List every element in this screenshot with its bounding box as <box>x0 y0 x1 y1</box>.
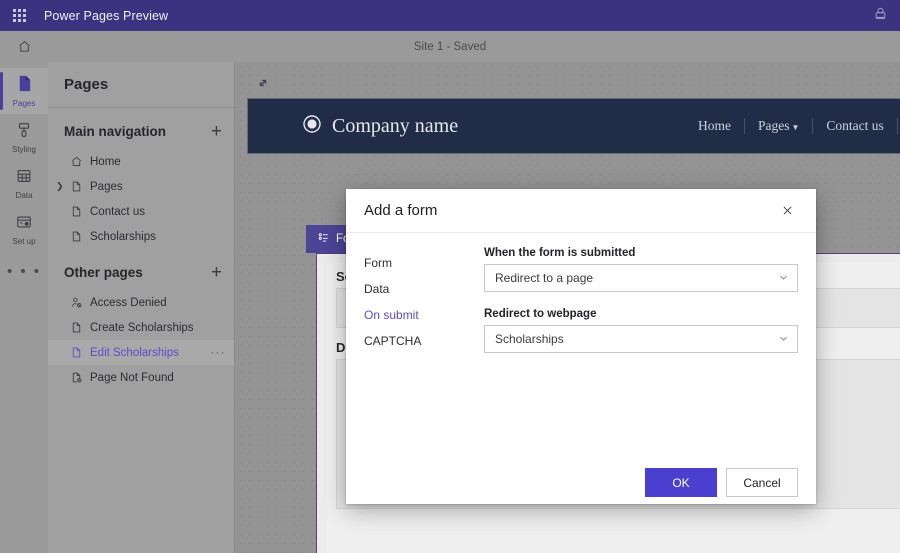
dialog-header: Add a form <box>346 189 816 233</box>
dialog-tab-list: Form Data On submit CAPTCHA <box>364 247 474 461</box>
chevron-down-icon <box>778 333 789 346</box>
table-icon <box>15 167 33 190</box>
page-icon <box>70 205 88 218</box>
add-page-button[interactable]: + <box>211 263 222 282</box>
chevron-down-icon <box>778 272 789 285</box>
sidebar-item-pages[interactable]: ❯ Pages <box>48 174 234 199</box>
add-page-button[interactable]: + <box>211 122 222 141</box>
dialog-title: Add a form <box>364 202 437 219</box>
rail-label: Pages <box>13 100 36 108</box>
page-icon <box>70 346 88 359</box>
dropdown-value: Redirect to a page <box>495 271 778 285</box>
brand: Company name <box>302 114 458 139</box>
group-title: Other pages <box>64 265 143 280</box>
page-icon <box>15 74 34 98</box>
sidebar-item-label: Access Denied <box>90 297 167 309</box>
cancel-button[interactable]: Cancel <box>726 468 798 497</box>
sidebar-item-label: Create Scholarships <box>90 322 194 334</box>
setup-icon <box>15 213 33 236</box>
sidebar-item-label: Home <box>90 156 121 168</box>
redirect-webpage-label: Redirect to webpage <box>484 308 798 320</box>
add-a-form-dialog: Add a form Form Data On submit CAPTCHA W… <box>346 189 816 504</box>
sidebar-item-label: Edit Scholarships <box>90 347 179 359</box>
sidebar-item-home[interactable]: Home <box>48 149 234 174</box>
site-status-text: Site 1 - Saved <box>0 41 900 53</box>
sidebar-item-label: Pages <box>90 181 123 193</box>
pages-panel-header: Pages <box>48 62 234 108</box>
rail-label: Styling <box>12 146 36 154</box>
dialog-fields: When the form is submitted Redirect to a… <box>474 247 798 461</box>
app-launcher-icon[interactable] <box>4 9 34 22</box>
site-nav: Home Pages▼ Contact us Sch <box>685 118 900 134</box>
site-header-preview: Company name Home Pages▼ Contact us Sch <box>248 99 900 153</box>
paint-roller-icon <box>15 121 33 144</box>
sidebar-item-scholarships[interactable]: Scholarships <box>48 224 234 249</box>
close-icon[interactable] <box>772 196 802 226</box>
page-overflow-menu-button[interactable]: ··· <box>211 347 227 359</box>
site-nav-contact-us[interactable]: Contact us <box>813 118 896 134</box>
brand-name: Company name <box>332 115 458 138</box>
command-bar: Site 1 - Saved <box>0 31 900 62</box>
suite-bar: Power Pages Preview <box>0 0 900 31</box>
ok-button[interactable]: OK <box>645 468 717 497</box>
sidebar-item-label: Page Not Found <box>90 372 174 384</box>
rail-item-data[interactable]: Data <box>0 160 48 206</box>
rail-item-styling[interactable]: Styling <box>0 114 48 160</box>
site-nav-home[interactable]: Home <box>685 118 744 134</box>
when-submitted-dropdown[interactable]: Redirect to a page <box>484 264 798 292</box>
power-pages-designer: Power Pages Preview Site 1 - Saved <box>0 0 900 553</box>
sidebar-item-label: Scholarships <box>90 231 156 243</box>
dialog-footer: OK Cancel <box>346 461 816 504</box>
site-nav-pages[interactable]: Pages▼ <box>745 118 812 134</box>
sidebar-item-page-not-found[interactable]: Page Not Found <box>48 365 234 390</box>
home-icon <box>70 155 88 168</box>
rail-label: Data <box>16 192 33 200</box>
sidebar-item-access-denied[interactable]: Access Denied <box>48 290 234 315</box>
rail-label: Set up <box>12 238 35 246</box>
rail-item-pages[interactable]: Pages <box>0 68 48 114</box>
chevron-right-icon[interactable]: ❯ <box>56 181 64 192</box>
chevron-down-icon: ▼ <box>791 123 799 132</box>
group-title: Main navigation <box>64 124 166 139</box>
tab-captcha[interactable]: CAPTCHA <box>364 328 474 354</box>
rail-more-button[interactable]: • • • <box>0 252 48 290</box>
page-title: Pages <box>64 76 108 93</box>
group-header-other-pages: Other pages + <box>48 249 234 290</box>
expand-diagonal-icon[interactable] <box>250 70 276 96</box>
person-blocked-icon <box>70 296 88 309</box>
left-rail: Pages Styling Data <box>0 62 48 553</box>
form-icon <box>317 231 330 247</box>
page-icon <box>70 180 88 193</box>
sidebar-item-create-scholarships[interactable]: Create Scholarships <box>48 315 234 340</box>
sidebar-item-edit-scholarships[interactable]: Edit Scholarships ··· <box>48 340 234 365</box>
dropdown-value: Scholarships <box>495 332 778 346</box>
page-icon <box>70 321 88 334</box>
suite-bar-actions <box>873 6 888 26</box>
pages-panel: Pages Main navigation + Home ❯ Pages <box>48 62 235 553</box>
dialog-body: Form Data On submit CAPTCHA When the for… <box>346 233 816 461</box>
rail-item-setup[interactable]: Set up <box>0 206 48 252</box>
page-error-icon <box>70 371 88 384</box>
sidebar-item-label: Contact us <box>90 206 145 218</box>
tab-on-submit[interactable]: On submit <box>364 302 474 328</box>
page-icon <box>70 230 88 243</box>
tab-data[interactable]: Data <box>364 276 474 302</box>
suite-title: Power Pages Preview <box>44 9 168 23</box>
sidebar-item-contact-us[interactable]: Contact us <box>48 199 234 224</box>
when-submitted-label: When the form is submitted <box>484 247 798 259</box>
person-feedback-icon[interactable] <box>873 6 888 26</box>
group-header-main-navigation: Main navigation + <box>48 108 234 149</box>
circle-logo-icon <box>302 114 322 139</box>
redirect-webpage-dropdown[interactable]: Scholarships <box>484 325 798 353</box>
tab-form[interactable]: Form <box>364 250 474 276</box>
